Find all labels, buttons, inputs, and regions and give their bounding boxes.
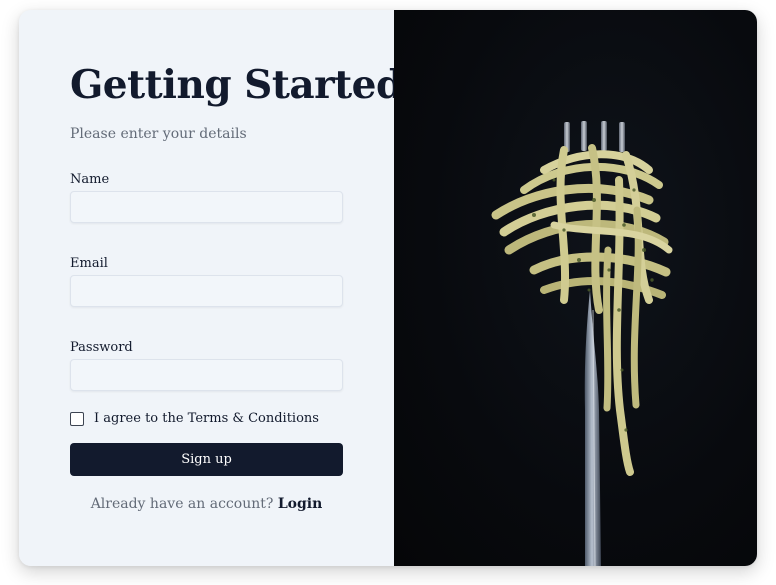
signup-button[interactable]: Sign up (70, 443, 343, 476)
page-title: Getting Started (70, 62, 403, 108)
login-prompt: Already have an account? (90, 496, 274, 512)
pasta-fork-illustration (491, 121, 673, 566)
login-row: Already have an account? Login (70, 496, 343, 512)
email-label: Email (70, 256, 108, 271)
name-label: Name (70, 172, 110, 187)
password-label: Password (70, 340, 133, 355)
terms-label: I agree to the Terms & Conditions (94, 411, 319, 426)
pasta-fork-image (394, 10, 757, 566)
terms-checkbox[interactable] (70, 411, 84, 426)
signup-card: Getting Started Please enter your detail… (19, 10, 757, 566)
password-input[interactable] (70, 359, 343, 391)
terms-row: I agree to the Terms & Conditions (70, 411, 319, 426)
login-link[interactable]: Login (278, 496, 322, 512)
email-input[interactable] (70, 275, 343, 307)
signup-form-panel: Getting Started Please enter your detail… (19, 10, 403, 566)
name-input[interactable] (70, 191, 343, 223)
page-subtitle: Please enter your details (70, 126, 247, 142)
